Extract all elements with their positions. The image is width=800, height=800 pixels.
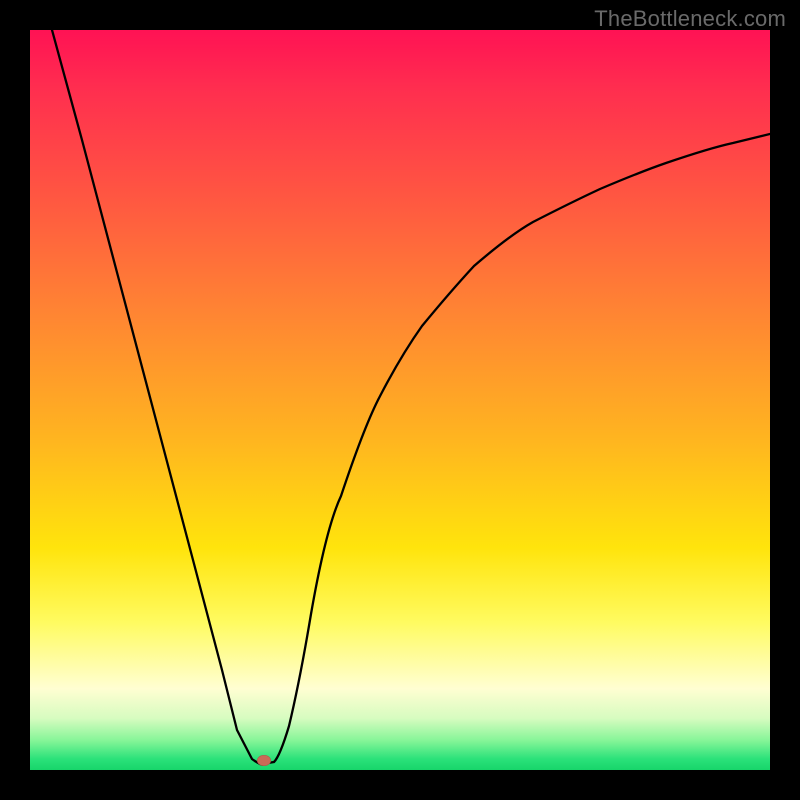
plot-area bbox=[30, 30, 770, 770]
bottleneck-curve-path bbox=[52, 30, 770, 765]
curve-svg bbox=[30, 30, 770, 770]
minimum-marker bbox=[257, 755, 271, 766]
watermark-text: TheBottleneck.com bbox=[594, 6, 786, 32]
chart-frame: TheBottleneck.com bbox=[0, 0, 800, 800]
